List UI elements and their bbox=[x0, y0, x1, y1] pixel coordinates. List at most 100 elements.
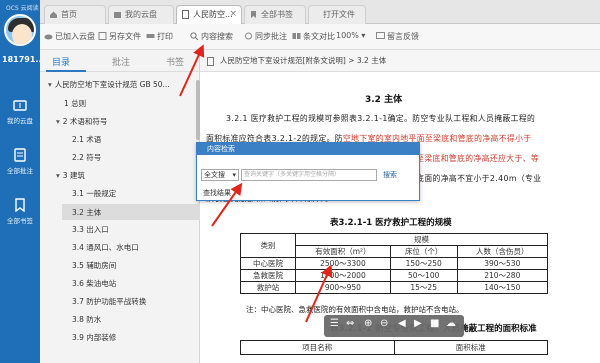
toc-item[interactable]: 1 总则 bbox=[64, 98, 86, 109]
added-to-cloud-button[interactable]: 已加入云盘 bbox=[44, 31, 95, 42]
paragraph: 3.2.1 医疗救护工程的规模可参照表3.2.1-1确定。防空专业队工程和人员掩… bbox=[226, 114, 536, 123]
document-icon bbox=[207, 57, 214, 66]
tab-open-file[interactable]: 打开文件 bbox=[308, 5, 366, 24]
toc-item-selected[interactable]: 3.2 主体 bbox=[62, 204, 200, 220]
table-note: 注：中心医院、急救医院的有效面积中含电站，救护站不含电站。 bbox=[246, 305, 464, 314]
toolbar-label: 已加入云盘 bbox=[55, 32, 95, 41]
toc-item[interactable]: 3.5 辅助房间 bbox=[72, 260, 116, 271]
content-search-button[interactable]: 内容搜索 bbox=[190, 31, 233, 42]
rail-label: 我的云盘 bbox=[7, 117, 33, 125]
annotations-icon bbox=[14, 148, 26, 162]
printer-icon bbox=[146, 34, 155, 38]
sidebar: 目录 批注 书签 ▾ 人民防空地下室设计规范 GB 50... 1 总则 ▾ 2 术… bbox=[40, 50, 200, 363]
document-icon bbox=[182, 10, 189, 19]
data-table: 类别 规模 有效面积（m²） 床位（个） 人数（含伤员） 中心医院 2500～33… bbox=[240, 233, 549, 294]
sync-annotation-button[interactable]: 同步批注 bbox=[244, 31, 287, 42]
sidebar-tab-bookmarks[interactable]: 书签 bbox=[166, 55, 184, 68]
feedback-button[interactable]: 留言反馈 bbox=[376, 31, 419, 42]
rail-all-annotations[interactable]: 全部批注 bbox=[0, 146, 40, 186]
fit-width-icon[interactable]: ⇔ bbox=[346, 318, 354, 329]
toc-item[interactable]: 2.1 术语 bbox=[72, 134, 101, 145]
tab-my-cloud[interactable]: 我的云盘 bbox=[108, 5, 174, 24]
floating-toolbar: ☰ ⇔ ⊕ ⊖ ◀ ▶ ■ ☁ bbox=[324, 315, 464, 337]
rail-all-bookmarks[interactable]: 全部书签 bbox=[0, 196, 40, 236]
tab-document[interactable]: 人民防空... × bbox=[176, 5, 242, 25]
rail-label: 全部书签 bbox=[7, 217, 33, 225]
table-header: 类别 bbox=[240, 233, 296, 258]
toolbar-label: 打印 bbox=[157, 32, 173, 41]
toc-item[interactable]: 3.6 柴油电站 bbox=[72, 278, 116, 289]
table-row: 中心医院 2500～3300 150～250 390～530 bbox=[240, 257, 549, 270]
toc-item[interactable]: ▾ 2 术语和符号 bbox=[56, 116, 107, 127]
breadcrumb: 人民防空地下室设计规范[附条文说明] > 3.2 主体 bbox=[200, 50, 600, 72]
table-row: 急救医院 1700～2000 50～100 210～280 bbox=[240, 269, 549, 282]
zoom-out-icon[interactable]: ⊖ bbox=[380, 318, 388, 329]
toolbar-label: 条文对比 bbox=[303, 32, 335, 41]
cloud-disk-icon bbox=[114, 12, 121, 18]
section-heading: 3.2 主体 bbox=[365, 95, 403, 105]
compare-icon bbox=[292, 33, 301, 39]
toc-item[interactable]: ▾ 3 建筑 bbox=[56, 170, 85, 181]
home-icon bbox=[50, 11, 57, 18]
prev-page-icon[interactable]: ◀ bbox=[398, 318, 406, 329]
data-table: 项目名称 面积标准 bbox=[240, 340, 548, 355]
next-page-icon[interactable]: ▶ bbox=[414, 318, 422, 329]
search-button[interactable]: 搜索 bbox=[383, 170, 397, 180]
tab-label: 我的云盘 bbox=[125, 10, 157, 19]
table-header: 人数（含伤员） bbox=[456, 245, 549, 258]
table-header: 面积标准 bbox=[393, 340, 548, 355]
chevron-down-icon: ▾ bbox=[361, 31, 366, 40]
sidebar-tab-annotations[interactable]: 批注 bbox=[112, 55, 130, 68]
compare-button[interactable]: 条文对比 bbox=[292, 31, 335, 42]
rail-label: 全部批注 bbox=[7, 167, 33, 175]
toolbar-label: 另存文件 bbox=[109, 32, 141, 41]
list-icon[interactable]: ☰ bbox=[330, 318, 339, 329]
avatar[interactable] bbox=[4, 14, 36, 46]
table-header: 规模 bbox=[295, 233, 548, 246]
table-header: 有效面积（m²） bbox=[295, 245, 391, 258]
active-tab-indicator bbox=[46, 70, 86, 72]
toc-item[interactable]: ▾ 人民防空地下室设计规范 GB 50... bbox=[48, 79, 170, 90]
table-header: 项目名称 bbox=[240, 340, 395, 355]
save-as-button[interactable]: 另存文件 bbox=[98, 31, 141, 42]
message-icon bbox=[376, 32, 385, 39]
breadcrumb-text: 人民防空地下室设计规范[附条文说明] > 3.2 主体 bbox=[220, 56, 387, 65]
chevron-down-icon: ▾ bbox=[232, 171, 236, 179]
toc-item[interactable]: 2.2 符号 bbox=[72, 152, 101, 163]
cloud-disk-icon bbox=[13, 100, 27, 111]
tab-all-bookmarks[interactable]: 全部书签 bbox=[244, 5, 306, 24]
zoom-in-icon[interactable]: ⊕ bbox=[364, 318, 372, 329]
toc-item[interactable]: 3.8 防水 bbox=[72, 314, 101, 325]
tab-bar: 首页 我的云盘 人民防空... × 全部书签 打开文件 bbox=[40, 0, 600, 25]
sync-icon bbox=[245, 32, 252, 40]
cloud-icon[interactable]: ☁ bbox=[446, 318, 456, 329]
dialog-title: 内容检索 bbox=[197, 143, 419, 155]
search-input[interactable]: 查询关键字（多关键字用空格分隔） bbox=[241, 169, 377, 181]
zoom-select[interactable]: 100% ▾ bbox=[336, 31, 365, 40]
rail-my-cloud[interactable]: 我的云盘 bbox=[0, 96, 40, 136]
toolbar-label: 内容搜索 bbox=[201, 32, 233, 41]
toc-item[interactable]: 3.9 内部装修 bbox=[72, 332, 116, 343]
cloud-icon bbox=[44, 34, 53, 40]
toc-item[interactable]: 3.4 通风口、水电口 bbox=[72, 242, 139, 253]
tab-label: 打开文件 bbox=[323, 10, 355, 19]
close-icon[interactable]: × bbox=[229, 6, 237, 23]
app-logo: OCS 云阅读 bbox=[6, 5, 39, 12]
tab-home[interactable]: 首页 bbox=[44, 5, 106, 24]
toc-item[interactable]: 3.1 一般规定 bbox=[72, 188, 116, 199]
toc-item[interactable]: 3.3 出入口 bbox=[72, 224, 109, 235]
tab-label: 首页 bbox=[61, 10, 77, 19]
search-scope-select[interactable]: 全文搜 ▾ bbox=[201, 169, 239, 181]
zoom-value: 100% bbox=[336, 31, 359, 40]
search-icon bbox=[190, 32, 199, 40]
bookmark-icon bbox=[251, 11, 256, 18]
sidebar-tab-toc[interactable]: 目录 bbox=[52, 55, 70, 68]
save-icon bbox=[98, 32, 107, 40]
toolbar-label: 留言反馈 bbox=[387, 32, 419, 41]
bookmark-icon[interactable]: ■ bbox=[430, 318, 439, 329]
print-button[interactable]: 打印 bbox=[146, 31, 173, 42]
left-rail: OCS 云阅读 181791... 我的云盘 全部批注 全部书签 bbox=[0, 0, 40, 363]
content-search-dialog: 内容检索 全文搜 ▾ 查询关键字（多关键字用空格分隔） 搜索 查找结果 bbox=[196, 142, 420, 201]
table-row: 救护站 900～950 15～25 140～150 bbox=[240, 281, 549, 294]
toc-item[interactable]: 3.7 防护功能平战转换 bbox=[72, 296, 146, 307]
